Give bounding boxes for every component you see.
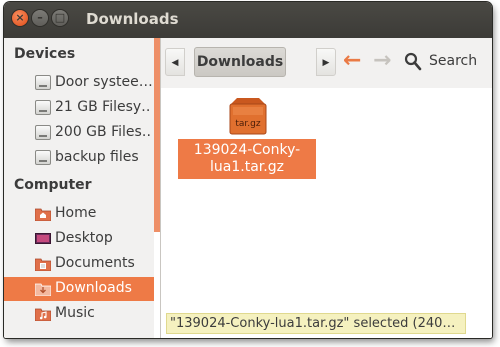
sidebar-item-label: 21 GB Filesy…: [55, 99, 152, 115]
sidebar-item-device-3[interactable]: 200 GB Files…: [4, 121, 154, 145]
drive-icon: [35, 125, 51, 140]
path-scroll-left-button[interactable]: ◀: [165, 48, 185, 76]
sidebar-item-label: Music: [55, 305, 95, 321]
chevron-left-icon: ◀: [171, 58, 179, 68]
file-manager-window: × – □ Downloads Devices Door systee… 21 …: [4, 2, 492, 338]
sidebar-item-label: backup files: [55, 149, 139, 165]
archive-icon-label: tar.gz: [235, 119, 260, 129]
sidebar-item-desktop[interactable]: Desktop: [4, 227, 154, 251]
home-folder-icon: [35, 208, 51, 221]
back-arrow-icon[interactable]: ←: [343, 49, 361, 73]
title-bar[interactable]: × – □ Downloads: [4, 2, 492, 38]
file-name-label[interactable]: 139024-Conky-lua1.tar.gz: [178, 139, 316, 179]
forward-arrow-icon[interactable]: →: [373, 49, 391, 73]
search-button-label[interactable]: Search: [429, 53, 477, 69]
sidebar-item-label: Documents: [55, 255, 135, 271]
path-scroll-right-button[interactable]: ▶: [316, 48, 336, 76]
music-folder-icon: [35, 308, 51, 321]
close-icon: ×: [15, 11, 25, 24]
sidebar-item-device-1[interactable]: Door systee…: [4, 71, 154, 95]
maximize-button[interactable]: □: [52, 10, 68, 26]
drive-icon: [35, 150, 51, 165]
status-bar: "139024-Conky-lua1.tar.gz" selected (240…: [166, 313, 466, 334]
sidebar-item-documents[interactable]: Documents: [4, 252, 154, 276]
archive-package-icon: tar.gz: [229, 98, 267, 135]
search-icon[interactable]: [404, 52, 422, 72]
sidebar-item-label: Home: [55, 205, 97, 221]
window-title: Downloads: [86, 10, 179, 28]
sidebar-item-label: Desktop: [55, 230, 113, 246]
devices-heading: Devices: [14, 46, 76, 62]
sidebar-item-home[interactable]: Home: [4, 202, 154, 226]
sidebar-item-label: 200 GB Files…: [55, 124, 152, 140]
desktop-icon: [35, 233, 51, 244]
maximize-icon: □: [54, 11, 66, 24]
minimize-icon: –: [37, 11, 43, 24]
computer-heading: Computer: [14, 177, 92, 193]
breadcrumb[interactable]: Downloads: [194, 47, 286, 77]
sidebar-item-music[interactable]: Music: [4, 302, 154, 326]
sidebar: Devices Door systee… 21 GB Filesy… 200 G…: [4, 38, 154, 338]
close-button[interactable]: ×: [12, 10, 28, 26]
toolbar: ◀ Downloads ▶ ← → Search: [161, 38, 492, 88]
drive-icon: [35, 100, 51, 115]
chevron-right-icon: ▶: [322, 58, 330, 68]
sidebar-item-label: Downloads: [55, 280, 132, 296]
documents-folder-icon: [35, 258, 51, 271]
sidebar-item-device-4[interactable]: backup files: [4, 146, 154, 170]
sidebar-item-device-2[interactable]: 21 GB Filesy…: [4, 96, 154, 120]
downloads-folder-icon: [35, 283, 51, 296]
minimize-button[interactable]: –: [32, 10, 48, 26]
file-view[interactable]: tar.gz 139024-Conky-lua1.tar.gz: [161, 88, 492, 338]
drive-icon: [35, 75, 51, 90]
sidebar-item-downloads[interactable]: Downloads: [4, 277, 154, 301]
sidebar-item-label: Door systee…: [55, 74, 152, 90]
